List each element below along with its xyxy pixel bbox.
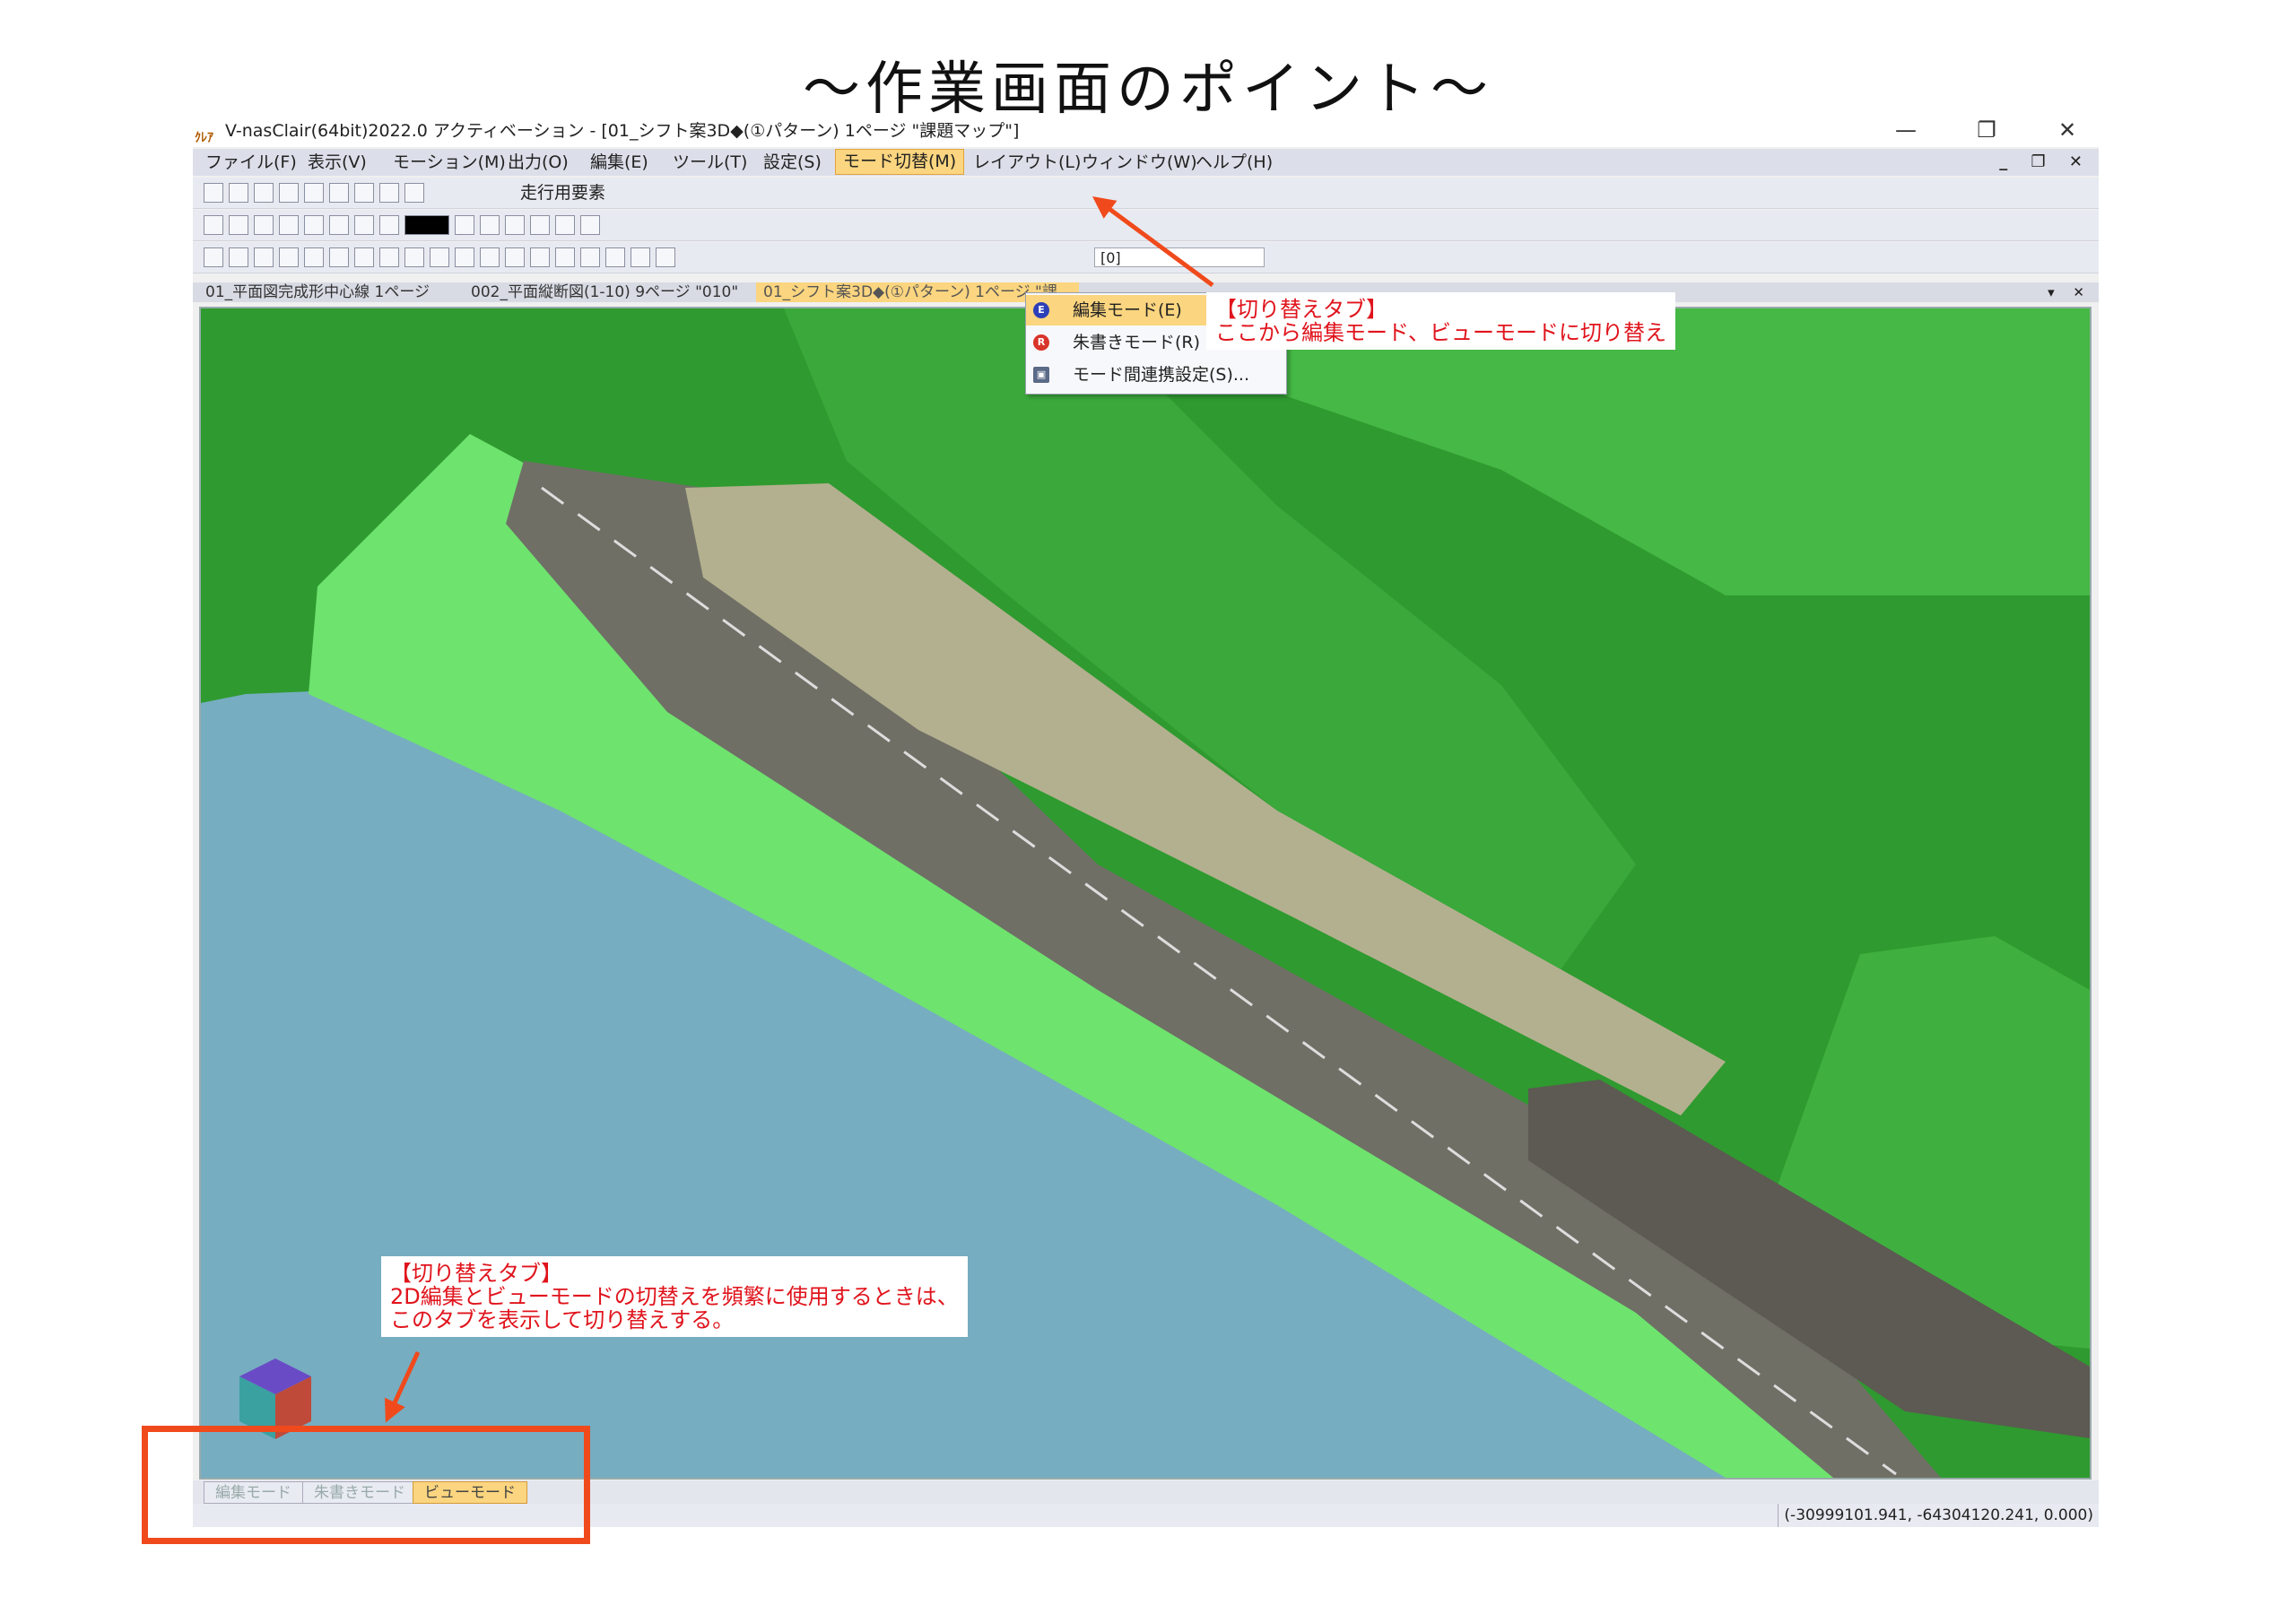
callout-top: 【切り替えタブ】 ここから編集モード、ビューモードに切り替え [1206, 292, 1676, 350]
print-icon[interactable] [254, 183, 274, 203]
map-icon[interactable] [580, 215, 600, 235]
dropdown-label: モード間連携設定(S)... [1073, 365, 1250, 385]
callout-bottom-text-2: このタブを表示して切り替えする。 [390, 1307, 735, 1332]
text-icon[interactable] [605, 247, 625, 267]
dropdown-label: 編集モード(E) [1073, 300, 1182, 320]
highlight-box [142, 1426, 590, 1544]
search-tools-icon[interactable] [354, 183, 374, 203]
terrain-icon[interactable] [580, 247, 600, 267]
menu-output[interactable]: 出力(O) [500, 149, 576, 176]
menu-motion[interactable]: モーション(M) [386, 149, 513, 176]
camera-icon[interactable] [379, 247, 399, 267]
tab-controls[interactable]: ▾ ✕ [2048, 282, 2092, 302]
rotate-y-icon[interactable] [304, 247, 324, 267]
printer-icon[interactable] [304, 183, 324, 203]
zoom-window-icon[interactable] [204, 215, 223, 235]
undo-icon[interactable] [354, 215, 374, 235]
coordinate-readout: (-30999101.941, -64304120.241, 0.000) [1778, 1504, 2099, 1527]
hand-icon[interactable] [404, 183, 424, 203]
redline-mode-icon: R [1033, 334, 1049, 351]
page-title: ～作業画面のポイント～ [803, 56, 1493, 123]
rotate-free-icon[interactable] [354, 247, 374, 267]
print-preview-icon[interactable] [279, 183, 299, 203]
menu-bar: ファイル(F) 表示(V) モーション(M) 出力(O) 編集(E) ツール(T… [193, 149, 2099, 176]
menu-view[interactable]: 表示(V) [300, 149, 374, 176]
zoom-plus-icon[interactable] [304, 215, 324, 235]
toolbar-view [193, 210, 2099, 241]
mdi-window-controls[interactable]: _ ❐ ✕ [1999, 149, 2092, 176]
rotate-x-icon[interactable] [279, 247, 299, 267]
menu-mode-switch[interactable]: モード切替(M) [835, 149, 965, 175]
toolbar-icons-row3 [204, 247, 675, 267]
page-icon[interactable] [229, 183, 248, 203]
box-icon[interactable] [555, 247, 575, 267]
layer-icon[interactable] [455, 215, 474, 235]
dropdown-label: 朱書きモード(R) [1073, 333, 1201, 352]
zoom-out-icon[interactable] [279, 215, 299, 235]
menu-window[interactable]: ウィンドウ(W) [1074, 149, 1205, 176]
menu-help[interactable]: ヘルプ(H) [1188, 149, 1280, 176]
dropdown-item-mode-link-settings[interactable]: ▣ モード間連携設定(S)... [1026, 360, 1284, 390]
menu-edit[interactable]: 編集(E) [583, 149, 656, 176]
grid-icon[interactable] [505, 215, 525, 235]
rotate-z-icon[interactable] [329, 247, 349, 267]
zoom-in-icon[interactable] [254, 215, 274, 235]
camera-save-icon[interactable] [404, 247, 424, 267]
marker-icon[interactable] [379, 183, 399, 203]
scene-icon[interactable] [631, 247, 650, 267]
axis-z-icon[interactable] [254, 247, 274, 267]
toolbar-icons-row1 [204, 183, 424, 203]
frame-icon[interactable] [480, 215, 500, 235]
go-icon[interactable] [430, 247, 449, 267]
running-element-label: 走行用要素 [520, 183, 606, 203]
restore-button[interactable]: ❐ [1955, 115, 2018, 147]
layer-combo[interactable]: [0] [1094, 247, 1265, 267]
run-icon[interactable] [505, 247, 525, 267]
menu-settings[interactable]: 設定(S) [756, 149, 829, 176]
check-icon[interactable] [555, 215, 575, 235]
color-picker-icon[interactable] [404, 215, 449, 235]
window-title: V-nasClair(64bit)2022.0 アクティベーション - [01_… [225, 121, 1020, 141]
stop-icon[interactable] [455, 247, 474, 267]
axis-y-icon[interactable] [229, 247, 248, 267]
tab-doc-1[interactable]: 01_平面図完成形中心線 1ページ [198, 282, 437, 302]
tab-doc-2[interactable]: 002_平面縦断図(1-10) 9ページ "010" [464, 282, 745, 302]
edit-mode-icon: E [1033, 302, 1049, 318]
settings-icon: ▣ [1033, 367, 1049, 383]
callout-top-title: 【切り替えタブ】 [1215, 297, 1387, 322]
redo-icon[interactable] [379, 215, 399, 235]
toolbar-3d: [0] [193, 242, 2099, 273]
axis-x-icon[interactable] [204, 247, 223, 267]
minimize-button[interactable]: — [1874, 115, 1937, 147]
toolbar-file: 走行用要素 [193, 178, 2099, 209]
point-icon[interactable] [530, 247, 550, 267]
zoom-fit-icon[interactable] [229, 215, 248, 235]
walker-icon[interactable] [530, 215, 550, 235]
callout-bottom-text-1: 2D編集とビューモードの切替えを頻繁に使用するときは、 [390, 1284, 959, 1309]
menu-layout[interactable]: レイアウト(L) [966, 149, 1088, 176]
menu-tools[interactable]: ツール(T) [665, 149, 754, 176]
callout-top-text: ここから編集モード、ビューモードに切り替え [1215, 320, 1667, 345]
triangle-icon[interactable] [656, 247, 675, 267]
title-bar: ｸﾚｱ V-nasClair(64bit)2022.0 アクティベーション - … [193, 115, 2099, 147]
close-button[interactable]: ✕ [2036, 115, 2099, 147]
callout-bottom-title: 【切り替えタブ】 [390, 1261, 562, 1286]
cross-icon[interactable] [480, 247, 500, 267]
image-icon[interactable] [329, 183, 349, 203]
callout-bottom: 【切り替えタブ】 2D編集とビューモードの切替えを頻繁に使用するときは、 このタ… [381, 1256, 968, 1337]
open-icon[interactable] [204, 183, 223, 203]
toolbar-icons-row2 [204, 215, 600, 235]
help-icon[interactable] [329, 215, 349, 235]
menu-file[interactable]: ファイル(F) [198, 149, 304, 176]
